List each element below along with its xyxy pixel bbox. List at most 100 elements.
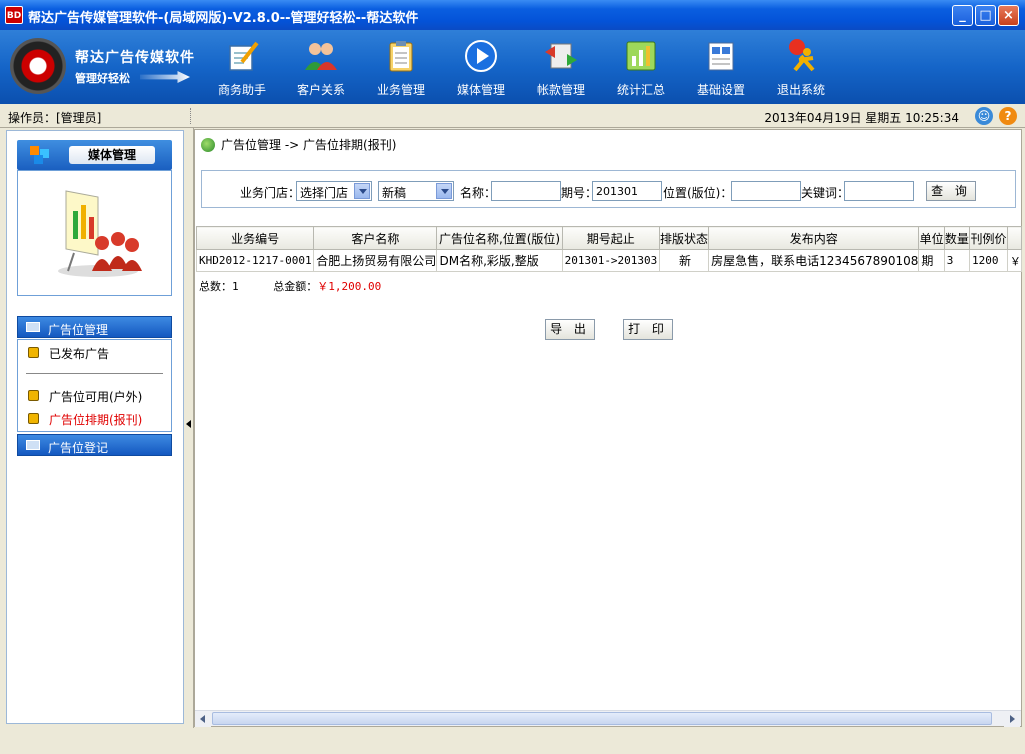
sidebar: 媒体管理 广告位管理 已发布广告 广告位可用(户外) 广告位排期(报刊) 广告位…: [6, 130, 184, 724]
sidebar-panel-header: 媒体管理: [17, 140, 172, 170]
people-icon: [305, 43, 337, 70]
toolbar-label: 退出系统: [776, 83, 825, 97]
results-table: 业务编号 客户名称 广告位名称,位置(版位) 期号起止 排版状态 发布内容 单位…: [195, 226, 1023, 272]
play-icon: [465, 40, 497, 72]
column-header[interactable]: 客户名称: [313, 226, 438, 250]
keyword-input[interactable]: [844, 181, 914, 201]
media-illustration: [17, 170, 172, 296]
logo-gear-icon: [10, 38, 66, 94]
logo-title: 帮达广告传媒软件: [75, 50, 195, 66]
main-content: 广告位管理 -> 广告位排期(报刊) 业务门店： 选择门店 新稿 名称： 期号：…: [194, 129, 1023, 727]
close-button[interactable]: ×: [998, 5, 1019, 26]
position-input[interactable]: [731, 181, 801, 201]
operator-label: 操作员：[管理员]: [8, 111, 102, 125]
column-header[interactable]: 刊例价: [969, 226, 1008, 250]
settings-document-icon: [708, 42, 734, 71]
globe-icon: [201, 138, 215, 152]
toolbar-exit-system[interactable]: 退出系统: [761, 38, 841, 100]
print-button[interactable]: 打 印: [623, 319, 673, 340]
horizontal-scrollbar[interactable]: [195, 710, 1021, 727]
scroll-left-button[interactable]: [195, 711, 211, 727]
store-select[interactable]: 选择门店: [296, 181, 372, 201]
position-label: 位置(版位)：: [663, 186, 733, 200]
table-cell: 3: [943, 249, 971, 272]
toolbar-label: 帐款管理: [536, 83, 585, 97]
totals-summary: 总数：1 总金额：￥1,200.00: [199, 278, 381, 294]
box-icon: [28, 347, 39, 358]
sidebar-section-ad-slot-management[interactable]: 广告位管理: [17, 316, 172, 338]
chevron-down-icon: [354, 183, 370, 199]
store-label: 业务门店：: [240, 186, 301, 200]
sidebar-section-label: 广告位管理: [48, 323, 109, 337]
arrow-right-icon: [1010, 715, 1015, 723]
toolbar-business-management[interactable]: 业务管理: [361, 38, 441, 100]
sidebar-item-label: 广告位排期(报刊): [49, 413, 143, 427]
status-divider: [190, 108, 191, 124]
toolbar-media-management[interactable]: 媒体管理: [441, 38, 521, 100]
total-count-label: 总数：: [199, 280, 232, 293]
notepad-pen-icon: [229, 41, 259, 71]
sidebar-panel-title: 媒体管理: [69, 146, 155, 164]
sidebar-section-ad-slot-registration[interactable]: 广告位登记: [17, 434, 172, 456]
main-header: 帮达广告传媒软件 管理好轻松 商务助手 客户关系 业务管理 媒体管理 帐款管理 …: [0, 30, 1025, 104]
logo-arrow-icon: [140, 71, 190, 83]
panel-splitter[interactable]: [184, 128, 194, 728]
total-amount-label: 总金额：: [273, 280, 318, 293]
table-cell: 201301->201303: [561, 249, 660, 272]
box-icon: [28, 390, 39, 401]
column-header[interactable]: [1006, 226, 1023, 250]
toolbar-basic-settings[interactable]: 基础设置: [681, 38, 761, 100]
maximize-button[interactable]: □: [975, 5, 996, 26]
export-button[interactable]: 导 出: [545, 319, 595, 340]
sidebar-section-label: 广告位登记: [48, 441, 109, 455]
table-cell: 合肥上扬贸易有限公司: [313, 249, 438, 272]
column-header[interactable]: 排版状态: [658, 226, 710, 250]
chart-icon: [626, 41, 656, 71]
column-header[interactable]: 广告位名称,位置(版位): [436, 226, 563, 250]
toolbar-business-assistant[interactable]: 商务助手: [202, 38, 282, 100]
chevron-down-icon: [436, 183, 452, 199]
breadcrumb: 广告位管理 -> 广告位排期(报刊): [201, 136, 396, 153]
column-header[interactable]: 发布内容: [708, 226, 920, 250]
total-count: 1: [232, 280, 239, 293]
user-icon[interactable]: ☺: [975, 107, 993, 125]
presentation-board-icon: [58, 190, 142, 277]
type-select-value: 新稿: [382, 186, 407, 200]
table-cell: 1200: [969, 249, 1008, 272]
toolbar-customer-relations[interactable]: 客户关系: [281, 38, 361, 100]
type-select[interactable]: 新稿: [378, 181, 454, 201]
table-row[interactable]: KHD2012-1217-0001 合肥上扬贸易有限公司 DM名称,彩版,整版 …: [195, 249, 1023, 272]
toolbar-label: 商务助手: [217, 83, 266, 97]
keyword-label: 关键词：: [801, 186, 850, 200]
money-transfer-icon: [545, 43, 577, 69]
toolbar-label: 统计汇总: [616, 83, 665, 97]
logo-subtitle: 管理好轻松: [75, 72, 130, 85]
date-time-display: 2013年04月19日 星期五 10:25:34: [764, 111, 959, 125]
column-header[interactable]: 单位: [918, 226, 945, 250]
scroll-right-button[interactable]: [1004, 711, 1020, 727]
scroll-thumb[interactable]: [212, 712, 992, 725]
table-cell: KHD2012-1217-0001: [195, 249, 315, 272]
breadcrumb-text: 广告位管理 -> 广告位排期(报刊): [221, 138, 397, 152]
folder-icon: [26, 440, 40, 450]
table-cell: 新: [658, 249, 710, 272]
issue-input[interactable]: [592, 181, 662, 201]
table-cell: DM名称,彩版,整版: [436, 249, 563, 272]
window-title: 帮达广告传媒管理软件-(局域网版)-V2.8.0--管理好轻松--帮达软件: [28, 11, 419, 26]
column-header[interactable]: 期号起止: [561, 226, 660, 250]
query-button[interactable]: 查 询: [926, 181, 976, 201]
search-form: 业务门店： 选择门店 新稿 名称： 期号： 位置(版位)： 关键词： 查 询: [201, 170, 1016, 208]
table-cell: 房屋急售，联系电话1234567890108: [708, 249, 920, 272]
table-cell: 期: [918, 249, 945, 272]
folder-icon: [26, 322, 40, 332]
collapse-arrow-icon[interactable]: [186, 420, 191, 428]
column-header[interactable]: 业务编号: [195, 226, 315, 250]
table-header-row: 业务编号 客户名称 广告位名称,位置(版位) 期号起止 排版状态 发布内容 单位…: [195, 226, 1023, 250]
toolbar-statistics[interactable]: 统计汇总: [601, 38, 681, 100]
toolbar-account-management[interactable]: 帐款管理: [521, 38, 601, 100]
minimize-button[interactable]: _: [952, 5, 973, 26]
column-header[interactable]: 数量: [943, 226, 971, 250]
help-icon[interactable]: ?: [999, 107, 1017, 125]
name-input[interactable]: [491, 181, 561, 201]
cubes-icon: [30, 146, 49, 164]
